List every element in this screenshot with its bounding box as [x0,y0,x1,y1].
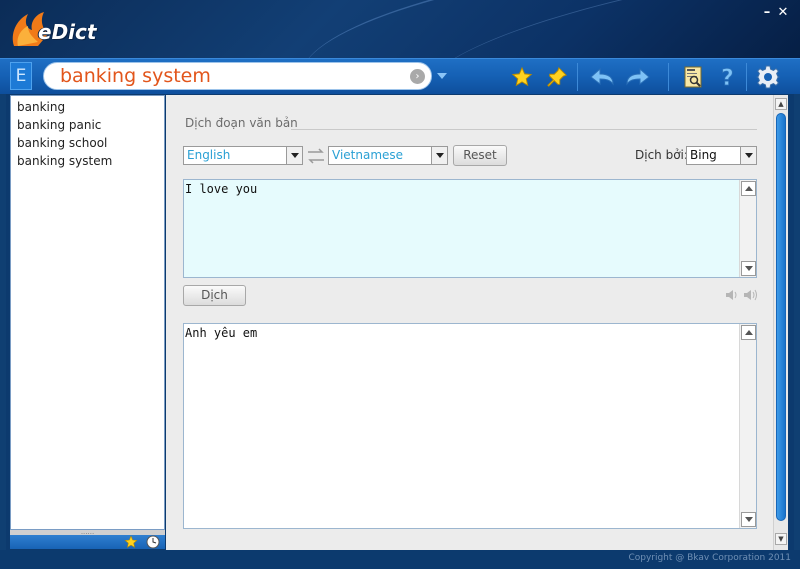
output-scrollbar[interactable] [739,324,756,528]
scroll-up-icon[interactable]: ▲ [775,98,787,110]
search-input[interactable] [60,64,400,88]
source-text-value: I love you [185,182,258,196]
section-title: Dịch đoạn văn bản [185,116,298,130]
engine-select[interactable]: Bing [686,146,757,165]
source-language-value: English [187,148,231,162]
swap-languages-icon[interactable] [306,147,326,165]
list-item[interactable]: banking panic [11,116,164,134]
engine-value: Bing [690,148,717,162]
list-item[interactable]: banking school [11,134,164,152]
chevron-down-icon [286,147,302,164]
panel-scrollbar[interactable]: ▲ ▼ [773,95,788,550]
pin-icon[interactable] [543,63,571,91]
scroll-up-icon[interactable] [741,181,756,196]
toolbar-divider [746,63,747,91]
section-divider [291,129,757,130]
target-language-select[interactable]: Vietnamese [328,146,448,165]
copyright-text: Copyright @ Bkav Corporation 2011 [628,553,791,563]
language-toggle[interactable]: E [10,62,32,90]
sidebar-footer [10,535,165,549]
scroll-down-icon[interactable]: ▼ [775,533,787,545]
source-language-select[interactable]: English [183,146,303,165]
back-arrow-icon[interactable] [588,63,616,91]
forward-arrow-icon[interactable] [624,63,652,91]
scroll-up-icon[interactable] [741,325,756,340]
scroll-down-icon[interactable] [741,261,756,276]
star-icon[interactable] [508,63,536,91]
reset-button[interactable]: Reset [453,145,507,166]
toolbar-divider [668,63,669,91]
source-text-input[interactable]: I love you [183,179,757,278]
scroll-thumb[interactable] [776,113,786,521]
suggestion-list: banking banking panic banking school ban… [10,95,165,530]
scroll-down-icon[interactable] [741,512,756,527]
search-box: › [43,62,432,90]
dictionary-book-icon[interactable] [679,63,707,91]
chevron-down-icon [740,147,756,164]
translation-output-value: Anh yêu em [185,326,258,340]
list-item[interactable]: banking system [11,152,164,170]
target-language-value: Vietnamese [332,148,404,162]
translate-button[interactable]: Dịch [183,285,246,306]
speaker-icon[interactable] [724,288,758,302]
title-bar: eDict – ✕ [0,0,800,58]
close-button[interactable]: ✕ [776,5,790,20]
list-item[interactable]: banking [11,98,164,116]
settings-gear-icon[interactable] [754,63,782,91]
toolbar: E › ? [0,58,800,94]
chevron-down-icon [431,147,447,164]
search-go-icon[interactable]: › [410,69,425,84]
app-logo-text: eDict [38,20,97,44]
minimize-button[interactable]: – [760,5,774,20]
translation-output[interactable]: Anh yêu em [183,323,757,529]
source-text-scrollbar[interactable] [739,180,756,277]
help-icon[interactable]: ? [714,63,742,91]
translate-by-label: Dịch bởi: [635,148,688,162]
svg-text:?: ? [721,66,734,89]
history-clock-icon[interactable] [146,535,160,549]
search-history-dropdown-icon[interactable] [437,73,447,79]
toolbar-divider [577,63,578,91]
favorites-star-icon[interactable] [124,535,138,549]
